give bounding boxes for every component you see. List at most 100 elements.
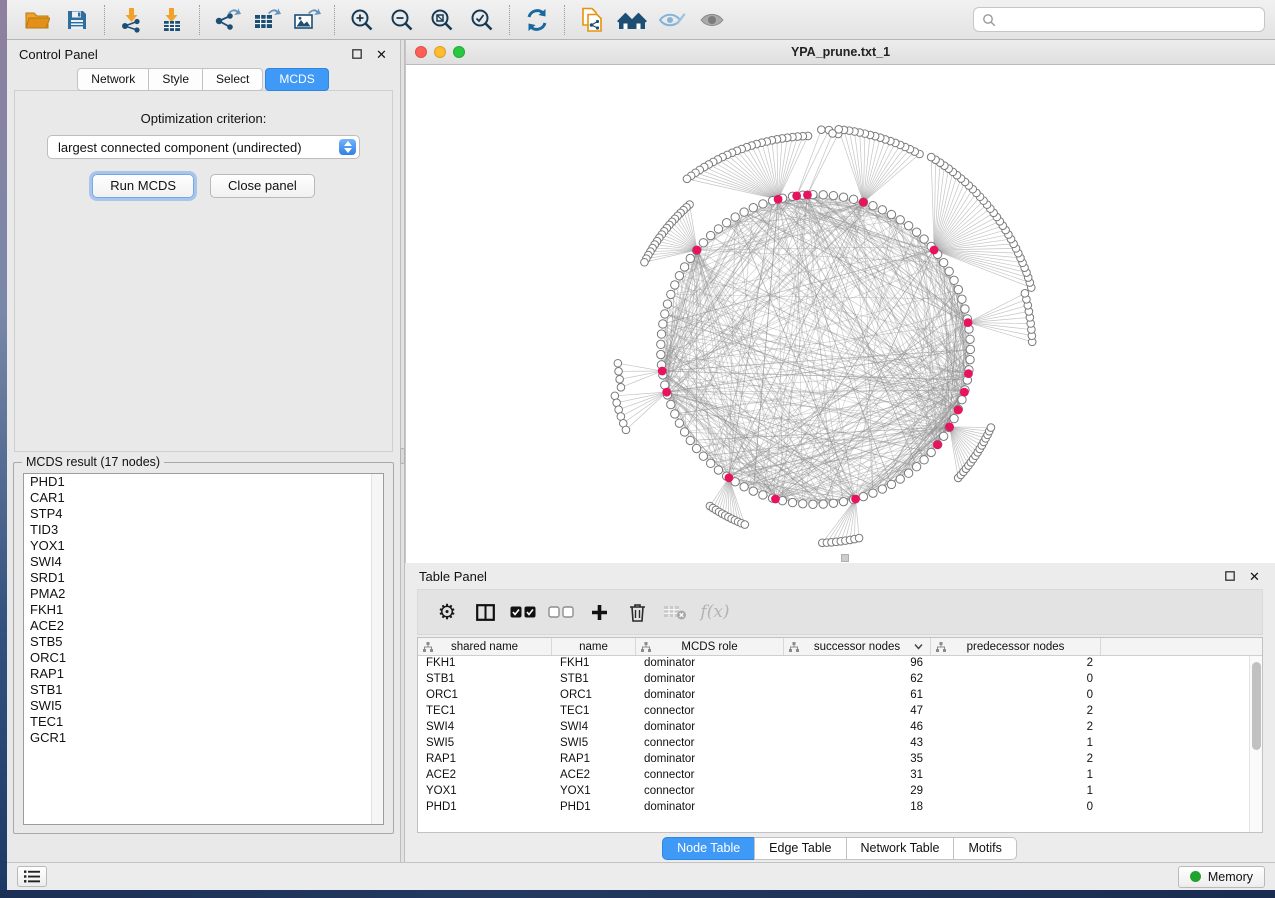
- graph-node[interactable]: [904, 222, 912, 230]
- graph-node[interactable]: [657, 330, 665, 338]
- graph-node[interactable]: [927, 448, 935, 456]
- table-scrollbar[interactable]: [1249, 656, 1262, 832]
- graph-node[interactable]: [819, 500, 827, 508]
- zoom-selected-button[interactable]: [462, 4, 502, 36]
- graph-node[interactable]: [878, 485, 886, 493]
- graph-node[interactable]: [869, 202, 877, 210]
- graph-node[interactable]: [706, 231, 714, 239]
- mcds-result-item[interactable]: PMA2: [24, 586, 383, 602]
- graph-node[interactable]: [829, 191, 837, 199]
- graph-node[interactable]: [699, 239, 707, 247]
- graph-satellite-node[interactable]: [611, 392, 619, 400]
- float-table-panel-icon[interactable]: [1223, 570, 1236, 583]
- column-header-predecessor-nodes[interactable]: predecessor nodes: [931, 638, 1101, 655]
- export-image-button[interactable]: [287, 4, 327, 36]
- graph-satellite-node[interactable]: [818, 126, 826, 134]
- table-settings-button[interactable]: ⚙: [428, 594, 466, 630]
- hide-selected-button[interactable]: [652, 4, 692, 36]
- graph-hub-node[interactable]: [859, 198, 868, 207]
- mcds-result-item[interactable]: TEC1: [24, 714, 383, 730]
- table-row[interactable]: ACE2ACE2connector311: [418, 768, 1262, 784]
- open-session-button[interactable]: [17, 4, 57, 36]
- graph-satellite-node[interactable]: [683, 175, 691, 183]
- graph-hub-node[interactable]: [725, 473, 734, 482]
- graph-node[interactable]: [706, 459, 714, 467]
- table-row[interactable]: SWI4SWI4dominator462: [418, 720, 1262, 736]
- graph-satellite-node[interactable]: [617, 384, 625, 392]
- result-scrollbar-track[interactable]: [371, 474, 383, 824]
- graph-node[interactable]: [809, 500, 817, 508]
- graph-node[interactable]: [749, 487, 757, 495]
- table-row[interactable]: FKH1FKH1dominator962: [418, 656, 1262, 672]
- mcds-result-item[interactable]: ACE2: [24, 618, 383, 634]
- table-row[interactable]: YOX1YOX1connector291: [418, 784, 1262, 800]
- mcds-result-item[interactable]: STB5: [24, 634, 383, 650]
- graph-node[interactable]: [958, 295, 966, 303]
- graph-satellite-node[interactable]: [835, 126, 843, 134]
- zoom-in-button[interactable]: [342, 4, 382, 36]
- graph-node[interactable]: [699, 452, 707, 460]
- criterion-select[interactable]: largest connected component (undirected): [47, 135, 360, 159]
- graph-node[interactable]: [788, 498, 796, 506]
- graph-node[interactable]: [958, 396, 966, 404]
- save-session-button[interactable]: [57, 4, 97, 36]
- graph-node[interactable]: [714, 466, 722, 474]
- graph-node[interactable]: [912, 228, 920, 236]
- mcds-result-item[interactable]: STP4: [24, 506, 383, 522]
- graph-node[interactable]: [950, 276, 958, 284]
- zoom-fit-button[interactable]: [422, 4, 462, 36]
- graph-node[interactable]: [667, 400, 675, 408]
- table-row[interactable]: ORC1ORC1dominator610: [418, 688, 1262, 704]
- export-network-button[interactable]: [207, 4, 247, 36]
- graph-hub-node[interactable]: [930, 246, 939, 255]
- create-column-button[interactable]: [580, 594, 618, 630]
- graph-node[interactable]: [675, 419, 683, 427]
- graph-hub-node[interactable]: [933, 440, 942, 449]
- graph-hub-node[interactable]: [693, 246, 702, 255]
- function-builder-button[interactable]: f(x): [694, 594, 732, 630]
- graph-node[interactable]: [920, 235, 928, 243]
- graph-node[interactable]: [799, 500, 807, 508]
- graph-satellite-node[interactable]: [616, 376, 624, 384]
- close-table-panel-icon[interactable]: ✕: [1248, 570, 1261, 583]
- graph-satellite-node[interactable]: [987, 424, 995, 432]
- close-panel-button[interactable]: Close panel: [210, 174, 315, 198]
- graph-hub-node[interactable]: [945, 422, 954, 431]
- graph-node[interactable]: [667, 290, 675, 298]
- graph-node[interactable]: [839, 497, 847, 505]
- mcds-result-item[interactable]: GCR1: [24, 730, 383, 746]
- graph-node[interactable]: [663, 300, 671, 308]
- graph-node[interactable]: [939, 432, 947, 440]
- graph-hub-node[interactable]: [954, 406, 963, 415]
- tab-motifs[interactable]: Motifs: [953, 837, 1016, 860]
- graph-satellite-node[interactable]: [741, 521, 749, 529]
- graph-node[interactable]: [759, 200, 767, 208]
- graph-node[interactable]: [859, 492, 867, 500]
- graph-node[interactable]: [759, 491, 767, 499]
- graph-hub-node[interactable]: [662, 388, 671, 397]
- graph-node[interactable]: [878, 206, 886, 214]
- graph-node[interactable]: [966, 335, 974, 343]
- graph-node[interactable]: [686, 254, 694, 262]
- table-scrollbar-thumb[interactable]: [1252, 662, 1261, 750]
- graph-node[interactable]: [657, 340, 665, 348]
- graph-node[interactable]: [839, 193, 847, 201]
- graph-node[interactable]: [749, 204, 757, 212]
- mcds-result-item[interactable]: RAP1: [24, 666, 383, 682]
- graph-hub-node[interactable]: [964, 369, 973, 378]
- graph-node[interactable]: [657, 350, 665, 358]
- graph-node[interactable]: [671, 410, 679, 418]
- mcds-result-item[interactable]: TID3: [24, 522, 383, 538]
- tab-mcds[interactable]: MCDS: [265, 68, 328, 91]
- graph-node[interactable]: [950, 414, 958, 422]
- tab-network-table[interactable]: Network Table: [846, 837, 955, 860]
- export-table-button[interactable]: [247, 4, 287, 36]
- graph-node[interactable]: [945, 267, 953, 275]
- minimize-window-icon[interactable]: [434, 46, 446, 58]
- mcds-result-item[interactable]: FKH1: [24, 602, 383, 618]
- graph-node[interactable]: [904, 469, 912, 477]
- graph-satellite-node[interactable]: [614, 359, 622, 367]
- memory-button[interactable]: Memory: [1178, 866, 1265, 888]
- graph-hub-node[interactable]: [803, 190, 812, 199]
- graph-satellite-node[interactable]: [641, 258, 649, 266]
